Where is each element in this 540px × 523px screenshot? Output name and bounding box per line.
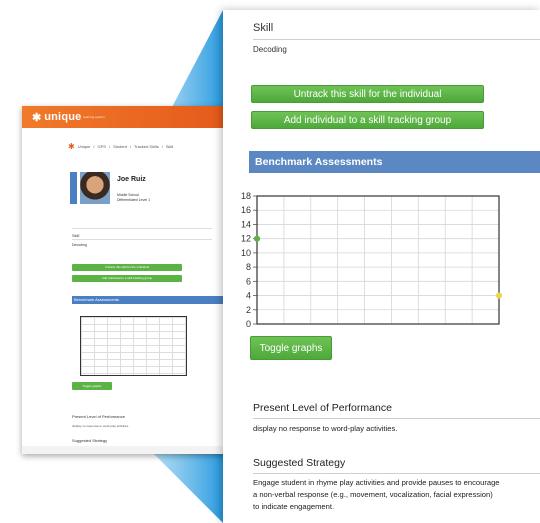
breadcrumb-sep: /: [93, 144, 95, 149]
plp-heading: Present Level of Performance: [72, 414, 125, 419]
skill-value: Decoding: [72, 243, 87, 247]
divider: [253, 39, 540, 40]
y-tick-label: 4: [246, 291, 251, 301]
breadcrumb-item[interactable]: GPS: [98, 144, 106, 149]
untrack-skill-button[interactable]: Untrack this skill for the individual: [251, 85, 484, 103]
y-tick-label: 16: [241, 205, 251, 215]
divider: [72, 228, 212, 229]
add-group-button[interactable]: Add individual to a skill tracking group: [72, 275, 182, 282]
plp-heading: Present Level of Performance: [253, 402, 392, 414]
breadcrumb: ✱ Unique / GPS / Student / Tracked Skill…: [68, 142, 173, 151]
background-screenshot: ✱ unique learning system ✱ Unique / GPS …: [22, 106, 227, 454]
untrack-button[interactable]: Untrack this skill for the individual: [72, 264, 182, 271]
strategy-line: to indicate engagement.: [253, 502, 335, 511]
toggle-graphs-button[interactable]: Toggle graphs: [72, 382, 112, 390]
school-level: Differentiated Level 1: [117, 198, 151, 202]
strategy-line: Engage student in rhyme play activities …: [253, 478, 500, 487]
mini-header-bar: ✱ unique learning system: [22, 106, 227, 128]
y-tick-label: 0: [246, 319, 251, 329]
breadcrumb-item[interactable]: Unique: [78, 144, 91, 149]
skill-value: Decoding: [253, 45, 287, 54]
benchmark-chart: 0 2 4 6 8 10 12 14 16 18: [241, 191, 503, 329]
breadcrumb-item[interactable]: Student: [113, 144, 127, 149]
strategy-line: a non-verbal response (e.g., movement, v…: [253, 490, 493, 499]
y-tick-label: 2: [246, 305, 251, 315]
plot-frame: [256, 195, 500, 325]
strategy-heading: Suggested Strategy: [253, 457, 346, 469]
plp-text: display no response to word-play activit…: [253, 424, 398, 433]
student-avatar: [80, 172, 110, 204]
student-school: Middle School Differentiated Level 1: [117, 193, 150, 203]
skill-heading: Skill: [253, 22, 274, 34]
plp-text: display no response to word-play activit…: [72, 424, 130, 428]
y-tick-label: 14: [241, 219, 251, 229]
breadcrumb-item: Skill: [165, 144, 174, 149]
zoomed-panel: Skill Decoding Untrack this skill for th…: [223, 10, 540, 523]
skill-heading: Skill: [72, 233, 80, 238]
divider: [253, 473, 540, 474]
y-tick-label: 6: [246, 276, 251, 286]
benchmark-assessments-header: Benchmark Assessments: [249, 151, 540, 173]
mini-logo-sub: learning system: [83, 115, 105, 119]
student-name: Joe Ruiz: [117, 176, 146, 183]
breadcrumb-sep: /: [161, 144, 163, 149]
breadcrumb-sep: /: [108, 144, 111, 149]
y-tick-label: 8: [246, 262, 251, 272]
divider: [253, 418, 540, 419]
mini-benchmark-graph: [80, 316, 187, 376]
divider: [72, 239, 212, 240]
asterisk-logo-icon: ✱: [32, 111, 42, 124]
asterisk-icon: ✱: [68, 142, 75, 151]
breadcrumb-item[interactable]: Tracked Skills: [134, 144, 159, 149]
toggle-graphs-button[interactable]: Toggle graphs: [250, 336, 332, 360]
y-tick-label: 10: [241, 248, 251, 258]
y-tick-label: 18: [241, 191, 251, 201]
mini-logo: unique: [44, 111, 82, 123]
data-point: [253, 235, 261, 242]
y-tick-label: 12: [241, 234, 251, 244]
add-to-group-button[interactable]: Add individual to a skill tracking group: [251, 111, 484, 129]
benchmark-header: Benchmark Assessments: [72, 296, 227, 304]
student-tab[interactable]: [70, 172, 77, 204]
footer: [22, 446, 227, 454]
breadcrumb-sep: /: [129, 144, 132, 149]
strategy-text: Engage student in rhyme play activities …: [253, 477, 538, 513]
strategy-heading: Suggested Strategy: [72, 438, 108, 443]
data-point: [495, 292, 503, 299]
